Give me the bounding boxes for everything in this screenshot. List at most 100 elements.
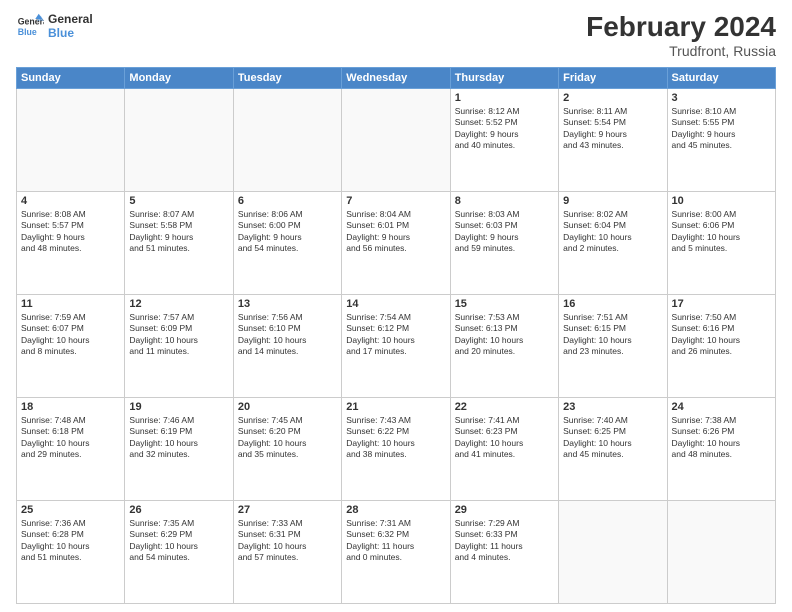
day-info: Sunrise: 7:36 AM Sunset: 6:28 PM Dayligh…: [21, 518, 120, 564]
calendar-cell: 20Sunrise: 7:45 AM Sunset: 6:20 PM Dayli…: [233, 397, 341, 500]
week-row-0: 1 Sunrise: 8:12 AM Sunset: 5:52 PM Daylig…: [17, 88, 776, 191]
day-number: 21: [346, 401, 445, 413]
week-row-3: 18Sunrise: 7:48 AM Sunset: 6:18 PM Dayli…: [17, 397, 776, 500]
day-info: Sunrise: 8:08 AM Sunset: 5:57 PM Dayligh…: [21, 209, 120, 255]
column-header-tuesday: Tuesday: [233, 67, 341, 88]
svg-text:Blue: Blue: [18, 27, 37, 37]
calendar-cell: 1 Sunrise: 8:12 AM Sunset: 5:52 PM Daylig…: [450, 88, 558, 191]
day-number: 8: [455, 195, 554, 207]
day-info: Sunrise: 7:46 AM Sunset: 6:19 PM Dayligh…: [129, 415, 228, 461]
day-number: 7: [346, 195, 445, 207]
calendar-cell: 3 Sunrise: 8:10 AM Sunset: 5:55 PM Daylig…: [667, 88, 775, 191]
day-number: 26: [129, 504, 228, 516]
calendar-cell: 21 Sunrise: 7:43 AM Sunset: 6:22 PM Dayli…: [342, 397, 450, 500]
calendar-cell: 6Sunrise: 8:06 AM Sunset: 6:00 PM Daylig…: [233, 191, 341, 294]
calendar-cell: 28Sunrise: 7:31 AM Sunset: 6:32 PM Dayli…: [342, 500, 450, 603]
calendar-cell: 24 Sunrise: 7:38 AM Sunset: 6:26 PM Dayli…: [667, 397, 775, 500]
calendar-cell: 11 Sunrise: 7:59 AM Sunset: 6:07 PM Dayli…: [17, 294, 125, 397]
page: General Blue General Blue February 2024 …: [0, 0, 792, 612]
calendar-header: SundayMondayTuesdayWednesdayThursdayFrid…: [17, 67, 776, 88]
day-info: Sunrise: 7:50 AM Sunset: 6:16 PM Dayligh…: [672, 312, 771, 358]
column-header-monday: Monday: [125, 67, 233, 88]
day-info: Sunrise: 7:41 AM Sunset: 6:23 PM Dayligh…: [455, 415, 554, 461]
day-info: Sunrise: 7:48 AM Sunset: 6:18 PM Dayligh…: [21, 415, 120, 461]
day-number: 13: [238, 298, 337, 310]
day-info: Sunrise: 7:54 AM Sunset: 6:12 PM Dayligh…: [346, 312, 445, 358]
header: General Blue General Blue February 2024 …: [16, 12, 776, 59]
day-info: Sunrise: 8:04 AM Sunset: 6:01 PM Dayligh…: [346, 209, 445, 255]
day-number: 17: [672, 298, 771, 310]
day-info: Sunrise: 7:33 AM Sunset: 6:31 PM Dayligh…: [238, 518, 337, 564]
logo: General Blue General Blue: [16, 12, 93, 41]
calendar-cell: [233, 88, 341, 191]
day-number: 29: [455, 504, 554, 516]
day-number: 12: [129, 298, 228, 310]
calendar-cell: [17, 88, 125, 191]
calendar: SundayMondayTuesdayWednesdayThursdayFrid…: [16, 67, 776, 604]
day-number: 24: [672, 401, 771, 413]
calendar-cell: 26Sunrise: 7:35 AM Sunset: 6:29 PM Dayli…: [125, 500, 233, 603]
calendar-cell: 5Sunrise: 8:07 AM Sunset: 5:58 PM Daylig…: [125, 191, 233, 294]
column-header-friday: Friday: [559, 67, 667, 88]
day-number: 19: [129, 401, 228, 413]
day-info: Sunrise: 8:00 AM Sunset: 6:06 PM Dayligh…: [672, 209, 771, 255]
day-info: Sunrise: 7:29 AM Sunset: 6:33 PM Dayligh…: [455, 518, 554, 564]
day-number: 23: [563, 401, 662, 413]
calendar-cell: 4 Sunrise: 8:08 AM Sunset: 5:57 PM Daylig…: [17, 191, 125, 294]
column-header-sunday: Sunday: [17, 67, 125, 88]
day-number: 15: [455, 298, 554, 310]
calendar-cell: 12 Sunrise: 7:57 AM Sunset: 6:09 PM Dayli…: [125, 294, 233, 397]
calendar-cell: 8 Sunrise: 8:03 AM Sunset: 6:03 PM Daylig…: [450, 191, 558, 294]
calendar-cell: 16 Sunrise: 7:51 AM Sunset: 6:15 PM Dayli…: [559, 294, 667, 397]
calendar-cell: 2Sunrise: 8:11 AM Sunset: 5:54 PM Daylig…: [559, 88, 667, 191]
calendar-cell: 25 Sunrise: 7:36 AM Sunset: 6:28 PM Dayli…: [17, 500, 125, 603]
day-info: Sunrise: 7:45 AM Sunset: 6:20 PM Dayligh…: [238, 415, 337, 461]
calendar-cell: 22Sunrise: 7:41 AM Sunset: 6:23 PM Dayli…: [450, 397, 558, 500]
day-info: Sunrise: 8:02 AM Sunset: 6:04 PM Dayligh…: [563, 209, 662, 255]
calendar-cell: 23 Sunrise: 7:40 AM Sunset: 6:25 PM Dayli…: [559, 397, 667, 500]
calendar-cell: 19 Sunrise: 7:46 AM Sunset: 6:19 PM Dayli…: [125, 397, 233, 500]
calendar-cell: 17 Sunrise: 7:50 AM Sunset: 6:16 PM Dayli…: [667, 294, 775, 397]
header-row: SundayMondayTuesdayWednesdayThursdayFrid…: [17, 67, 776, 88]
calendar-cell: 7 Sunrise: 8:04 AM Sunset: 6:01 PM Daylig…: [342, 191, 450, 294]
calendar-cell: 10Sunrise: 8:00 AM Sunset: 6:06 PM Dayli…: [667, 191, 775, 294]
day-info: Sunrise: 8:10 AM Sunset: 5:55 PM Dayligh…: [672, 106, 771, 152]
day-info: Sunrise: 7:59 AM Sunset: 6:07 PM Dayligh…: [21, 312, 120, 358]
day-info: Sunrise: 7:53 AM Sunset: 6:13 PM Dayligh…: [455, 312, 554, 358]
calendar-cell: 29 Sunrise: 7:29 AM Sunset: 6:33 PM Dayli…: [450, 500, 558, 603]
calendar-cell: 18Sunrise: 7:48 AM Sunset: 6:18 PM Dayli…: [17, 397, 125, 500]
calendar-cell: 14 Sunrise: 7:54 AM Sunset: 6:12 PM Dayli…: [342, 294, 450, 397]
day-number: 9: [563, 195, 662, 207]
logo-general: General: [48, 12, 93, 26]
subtitle: Trudfront, Russia: [586, 43, 776, 59]
calendar-cell: 9 Sunrise: 8:02 AM Sunset: 6:04 PM Daylig…: [559, 191, 667, 294]
column-header-wednesday: Wednesday: [342, 67, 450, 88]
day-number: 16: [563, 298, 662, 310]
column-header-thursday: Thursday: [450, 67, 558, 88]
day-info: Sunrise: 7:57 AM Sunset: 6:09 PM Dayligh…: [129, 312, 228, 358]
day-number: 6: [238, 195, 337, 207]
day-number: 3: [672, 92, 771, 104]
day-info: Sunrise: 7:51 AM Sunset: 6:15 PM Dayligh…: [563, 312, 662, 358]
day-number: 11: [21, 298, 120, 310]
day-info: Sunrise: 7:38 AM Sunset: 6:26 PM Dayligh…: [672, 415, 771, 461]
calendar-body: 1 Sunrise: 8:12 AM Sunset: 5:52 PM Daylig…: [17, 88, 776, 603]
day-info: Sunrise: 7:40 AM Sunset: 6:25 PM Dayligh…: [563, 415, 662, 461]
week-row-2: 11 Sunrise: 7:59 AM Sunset: 6:07 PM Dayli…: [17, 294, 776, 397]
calendar-cell: [125, 88, 233, 191]
day-number: 28: [346, 504, 445, 516]
calendar-cell: 27Sunrise: 7:33 AM Sunset: 6:31 PM Dayli…: [233, 500, 341, 603]
week-row-4: 25 Sunrise: 7:36 AM Sunset: 6:28 PM Dayli…: [17, 500, 776, 603]
title-block: February 2024 Trudfront, Russia: [586, 12, 776, 59]
day-number: 25: [21, 504, 120, 516]
column-header-saturday: Saturday: [667, 67, 775, 88]
day-number: 1: [455, 92, 554, 104]
calendar-cell: 13Sunrise: 7:56 AM Sunset: 6:10 PM Dayli…: [233, 294, 341, 397]
day-info: Sunrise: 7:43 AM Sunset: 6:22 PM Dayligh…: [346, 415, 445, 461]
calendar-cell: [559, 500, 667, 603]
day-number: 4: [21, 195, 120, 207]
day-info: Sunrise: 8:03 AM Sunset: 6:03 PM Dayligh…: [455, 209, 554, 255]
day-info: Sunrise: 8:12 AM Sunset: 5:52 PM Dayligh…: [455, 106, 554, 152]
day-number: 2: [563, 92, 662, 104]
day-number: 14: [346, 298, 445, 310]
